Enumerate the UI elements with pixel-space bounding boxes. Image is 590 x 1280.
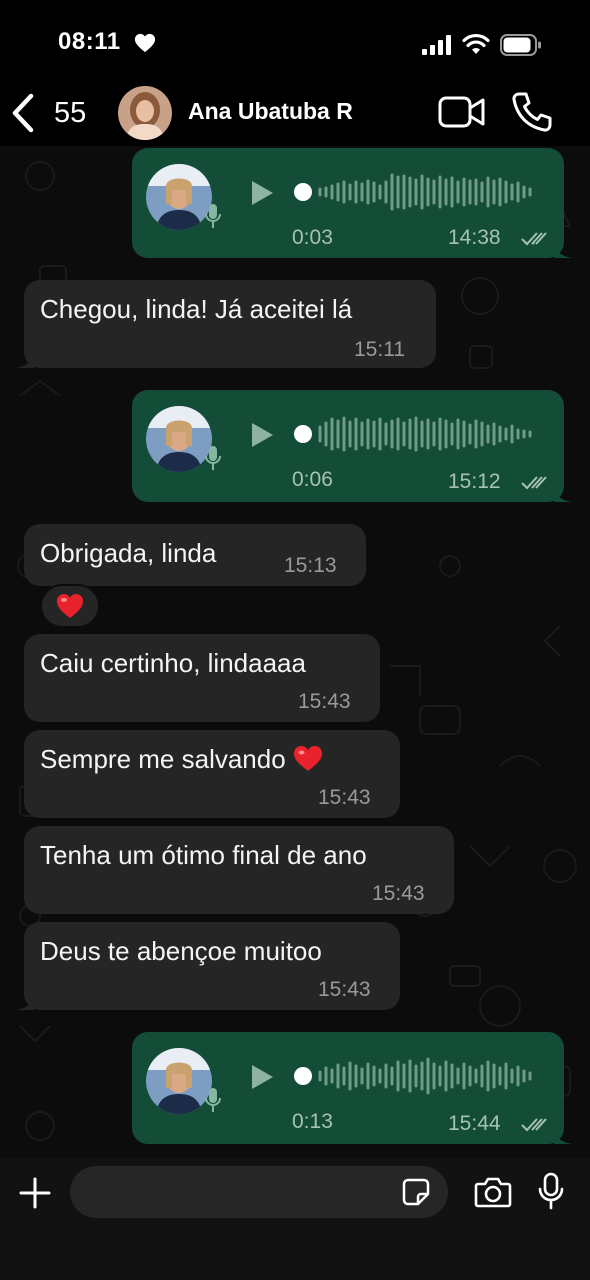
sender-avatar xyxy=(146,406,212,472)
camera-icon[interactable] xyxy=(474,1176,512,1208)
read-ticks-icon xyxy=(521,476,547,490)
text-message[interactable]: Chegou, linda! Já aceitei lá 15:11 xyxy=(16,280,436,368)
voice-message[interactable]: 0:13 15:44 xyxy=(132,1032,572,1144)
plus-icon[interactable] xyxy=(18,1176,52,1210)
bubble-tail xyxy=(554,484,572,502)
heart-icon xyxy=(57,594,83,618)
bubble-tail xyxy=(16,992,34,1010)
chat-header: 55 Ana Ubatuba R xyxy=(0,80,590,146)
reaction-badge[interactable] xyxy=(40,584,100,628)
message-text: Deus te abençoe muitoo xyxy=(40,936,322,966)
heart-emoji-icon xyxy=(293,746,322,771)
play-icon[interactable] xyxy=(248,1062,276,1092)
message-time: 14:38 xyxy=(448,226,501,249)
text-message[interactable]: Tenha um ótimo final de ano 15:43 xyxy=(24,826,454,914)
text-message[interactable]: Sempre me salvando 15:43 xyxy=(24,730,400,818)
sender-avatar xyxy=(146,1048,212,1114)
battery-icon xyxy=(500,34,541,56)
text-message[interactable]: Obrigada, linda 15:13 xyxy=(24,524,366,586)
message-time: 15:43 xyxy=(318,978,371,1001)
mic-icon xyxy=(205,446,221,470)
unread-count: 55 xyxy=(54,96,87,129)
message-time: 15:43 xyxy=(372,882,425,905)
message-text: Caiu certinho, lindaaaa xyxy=(40,648,306,678)
message-time: 15:43 xyxy=(318,786,371,809)
message-time: 15:44 xyxy=(448,1112,501,1135)
read-ticks-icon xyxy=(521,1118,547,1132)
bubble-tail xyxy=(554,240,572,258)
message-text: Sempre me salvando xyxy=(40,744,324,775)
voice-duration: 0:13 xyxy=(292,1110,333,1133)
bubble-tail xyxy=(554,1126,572,1144)
text-message[interactable]: Caiu certinho, lindaaaa 15:43 xyxy=(24,634,380,722)
waveform-icon[interactable] xyxy=(294,172,544,212)
heart-icon xyxy=(134,33,156,53)
contact-name[interactable]: Ana Ubatuba R xyxy=(188,98,353,125)
back-button[interactable]: 55 xyxy=(10,90,100,136)
status-time: 08:11 xyxy=(58,28,121,55)
play-icon[interactable] xyxy=(248,420,276,450)
read-ticks-icon xyxy=(521,232,547,246)
text-message[interactable]: Deus te abençoe muitoo 15:43 xyxy=(16,922,400,1010)
mic-icon xyxy=(205,1088,221,1112)
message-time: 15:11 xyxy=(354,338,405,361)
play-icon[interactable] xyxy=(248,178,276,208)
status-bar: 08:11 xyxy=(0,0,590,80)
message-text: Tenha um ótimo final de ano xyxy=(40,840,367,870)
cellular-signal-icon xyxy=(422,35,451,55)
voice-message[interactable]: 0:03 14:38 xyxy=(132,148,572,258)
waveform-icon[interactable] xyxy=(294,1056,544,1096)
sticker-icon[interactable] xyxy=(402,1178,430,1206)
voice-message[interactable]: 0:06 15:12 xyxy=(132,390,572,502)
bubble-tail xyxy=(16,350,34,368)
wifi-icon xyxy=(462,33,490,54)
mic-icon xyxy=(205,204,221,228)
composer-bar xyxy=(0,1158,590,1280)
voice-duration: 0:06 xyxy=(292,468,333,491)
message-text: Chegou, linda! Já aceitei lá xyxy=(40,294,353,324)
message-text: Obrigada, linda xyxy=(40,538,217,568)
message-time: 15:43 xyxy=(298,690,351,713)
phone-icon[interactable] xyxy=(510,90,554,134)
waveform-icon[interactable] xyxy=(294,414,544,454)
video-call-icon[interactable] xyxy=(438,94,486,130)
back-chevron-icon xyxy=(12,93,34,133)
sender-avatar xyxy=(146,164,212,230)
chat-area[interactable]: 0:03 14:38 Chegou, linda! Já aceitei lá … xyxy=(0,146,590,1158)
message-time: 15:13 xyxy=(284,554,337,577)
contact-avatar[interactable] xyxy=(118,86,172,140)
voice-duration: 0:03 xyxy=(292,226,333,249)
message-time: 15:12 xyxy=(448,470,501,493)
mic-icon[interactable] xyxy=(538,1172,564,1210)
message-input[interactable] xyxy=(70,1166,448,1218)
